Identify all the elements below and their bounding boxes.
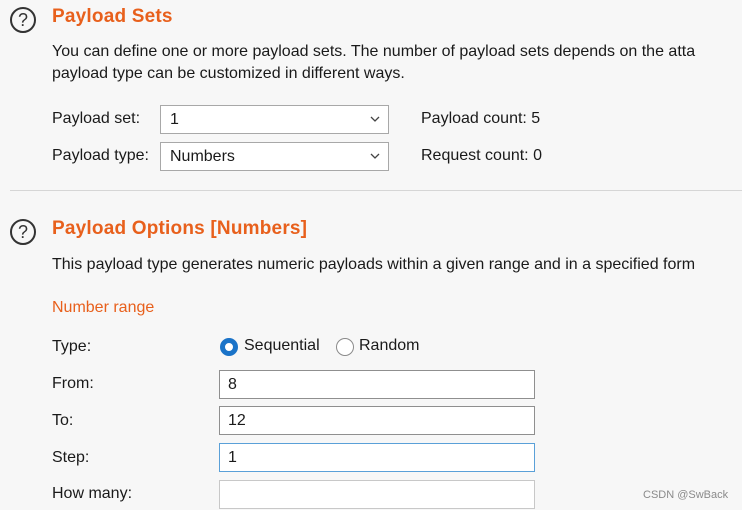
section-divider (10, 190, 742, 191)
payload-type-label: Payload type: (52, 147, 149, 164)
help-icon[interactable]: ? (10, 7, 36, 33)
step-label: Step: (52, 449, 90, 466)
question-mark-glyph: ? (17, 222, 28, 242)
payload-sets-title: Payload Sets (52, 6, 173, 27)
chevron-down-icon (370, 153, 380, 159)
how-many-input[interactable] (219, 480, 535, 509)
step-value: 1 (228, 448, 237, 466)
number-range-heading: Number range (52, 299, 155, 316)
radio-sequential[interactable] (220, 338, 238, 356)
step-input[interactable]: 1 (219, 443, 535, 472)
from-input[interactable]: 8 (219, 370, 535, 399)
chevron-down-icon (370, 116, 380, 122)
type-label: Type: (52, 338, 92, 355)
radio-sequential-label[interactable]: Sequential (244, 337, 320, 355)
to-value: 12 (228, 411, 246, 429)
from-value: 8 (228, 375, 237, 393)
from-label: From: (52, 375, 94, 392)
radio-random-label[interactable]: Random (359, 337, 419, 355)
payload-type-dropdown[interactable]: Numbers (160, 142, 389, 171)
watermark: CSDN @SwBack (643, 489, 729, 501)
request-count: Request count: 0 (421, 147, 542, 164)
payload-options-title: Payload Options [Numbers] (52, 218, 308, 239)
help-icon[interactable]: ? (10, 219, 36, 245)
payload-options-description: This payload type generates numeric payl… (52, 256, 696, 273)
how-many-label: How many: (52, 485, 133, 502)
question-mark-glyph: ? (17, 10, 28, 30)
payload-type-value: Numbers (170, 147, 235, 165)
payload-sets-description-line2: payload type can be customized in differ… (52, 65, 405, 82)
payload-set-dropdown[interactable]: 1 (160, 105, 389, 134)
payload-set-value: 1 (170, 110, 179, 128)
to-input[interactable]: 12 (219, 406, 535, 435)
radio-random[interactable] (336, 338, 354, 356)
payload-sets-description-line1: You can define one or more payload sets.… (52, 43, 696, 60)
payload-count: Payload count: 5 (421, 110, 541, 127)
to-label: To: (52, 412, 74, 429)
payload-set-label: Payload set: (52, 110, 141, 127)
